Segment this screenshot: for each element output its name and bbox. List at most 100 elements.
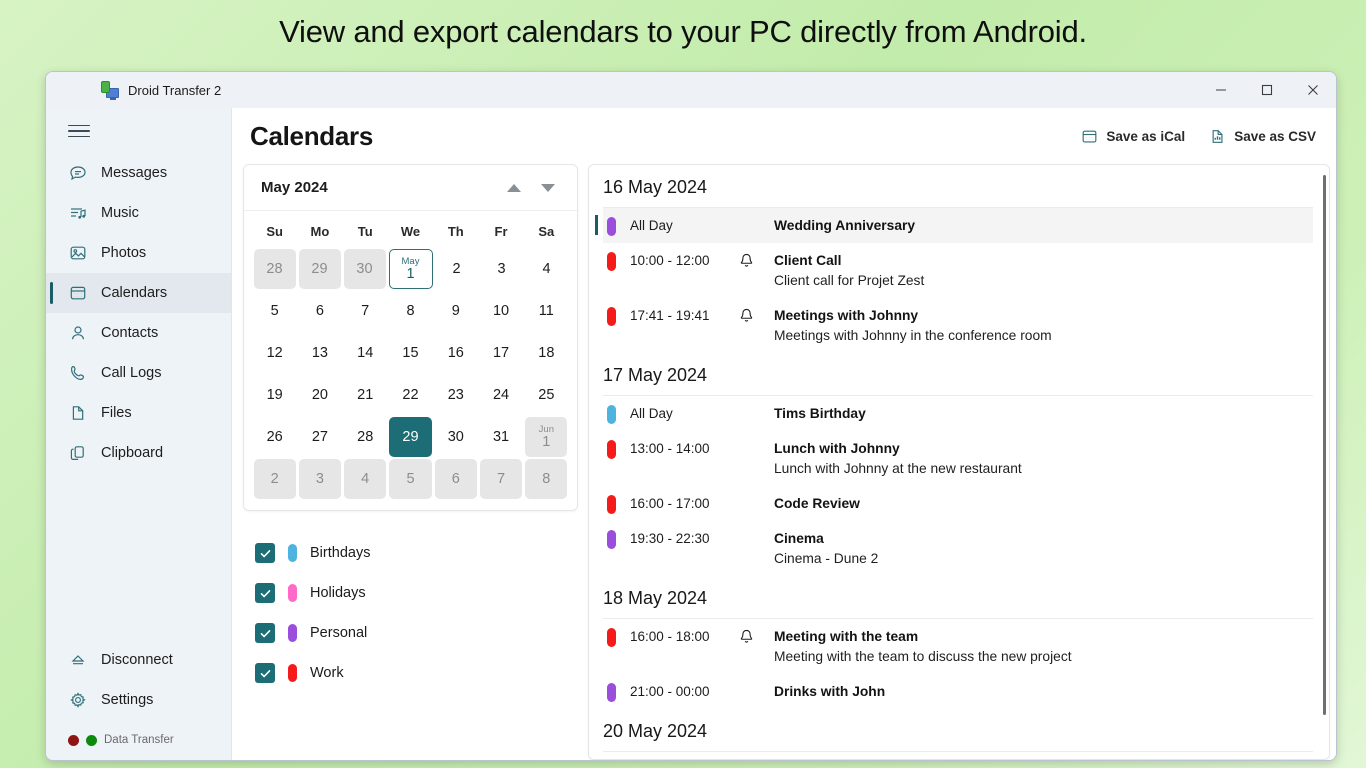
event-row[interactable]: 19:30 - 22:30 Cinema Cinema - Dune 2 [603, 521, 1313, 576]
event-row[interactable]: All Day Wedding Anniversary [595, 208, 1313, 243]
calendar-day-cell[interactable]: 29 [298, 249, 341, 289]
calendar-filter-item[interactable]: Holidays [255, 573, 578, 613]
filter-checkbox[interactable] [255, 623, 275, 643]
calendar-day-cell[interactable]: 4 [526, 249, 568, 289]
calendar-day-cell[interactable]: 17 [480, 333, 522, 373]
sidebar-item-files[interactable]: Files [46, 393, 231, 433]
maximize-button[interactable] [1244, 72, 1290, 108]
calendar-day-cell[interactable]: 10 [480, 291, 522, 331]
calendar-day-cell[interactable]: 13 [299, 333, 341, 373]
calendar-day-cell[interactable]: 6 [434, 459, 477, 499]
weekday-label: Mo [310, 224, 330, 239]
event-body: Meetings with Johnny Meetings with Johnny… [768, 306, 1313, 346]
filter-checkbox[interactable] [255, 663, 275, 683]
close-button[interactable] [1290, 72, 1336, 108]
calendar-day-number: 23 [447, 387, 464, 403]
alarm-placeholder [738, 494, 768, 495]
calendar-day-cell[interactable]: 30 [343, 249, 386, 289]
event-row[interactable]: 17:41 - 19:41 Meetings with Johnny Meeting… [603, 298, 1313, 353]
alarm-placeholder [738, 682, 768, 683]
sidebar-item-messages[interactable]: Messages [46, 153, 231, 193]
sidebar-item-label: Music [101, 205, 139, 221]
sidebar: Messages Music Photos Calendars Contacts… [46, 108, 232, 760]
filter-checkbox[interactable] [255, 583, 275, 603]
event-row[interactable]: 10:00 - 12:00 Client Call Client call for … [603, 243, 1313, 298]
alarm-placeholder [738, 529, 768, 530]
events-scrollbar[interactable] [1323, 175, 1326, 715]
event-time: All Day [630, 218, 673, 233]
event-title: Meetings with Johnny [774, 308, 919, 323]
calendar-day-cell[interactable]: 12 [254, 333, 296, 373]
calendar-day-cell[interactable]: 19 [254, 375, 296, 415]
calendar-day-number: 27 [311, 429, 328, 445]
calendar-filter-item[interactable]: Personal [255, 613, 578, 653]
save-as-csv-button[interactable]: Save as CSV [1209, 128, 1316, 145]
filter-checkbox[interactable] [255, 543, 275, 563]
calendar-day-cell[interactable]: 2 [253, 459, 296, 499]
event-row[interactable]: 16:00 - 17:00 Code Review [603, 486, 1313, 521]
sidebar-item-disconnect[interactable]: Disconnect [46, 640, 231, 680]
event-row[interactable]: 16:00 - 18:00 Meeting with the team Meetin… [603, 619, 1313, 674]
calendar-day-number: 5 [406, 471, 415, 487]
calendar-day-cell[interactable]: 6 [299, 291, 341, 331]
calendar-day-cell[interactable]: 27 [299, 417, 341, 457]
calendar-day-cell[interactable]: 5 [389, 459, 432, 499]
event-date-header: 17 May 2024 [603, 353, 1313, 396]
calendar-day-cell[interactable]: Jun 1 [525, 417, 568, 457]
calendar-day-cell[interactable]: 4 [344, 459, 387, 499]
calendar-day-cell[interactable]: 28 [344, 417, 386, 457]
calendar-day-cell[interactable]: 22 [389, 375, 431, 415]
sidebar-item-clipboard[interactable]: Clipboard [46, 433, 231, 473]
calendar-week-row: 5 6 7 8 9 10 11 [252, 290, 569, 332]
calendar-day-cell[interactable]: 26 [254, 417, 296, 457]
file-icon [68, 404, 87, 423]
calendar-filter-item[interactable]: Work [255, 653, 578, 693]
calendar-day-cell[interactable]: 5 [254, 291, 296, 331]
calendar-day-cell[interactable]: 7 [344, 291, 386, 331]
calendar-day-cell[interactable]: 31 [480, 417, 522, 457]
calendar-day-cell[interactable]: 21 [344, 375, 386, 415]
calendar-day-cell[interactable]: 20 [299, 375, 341, 415]
weekday-label: Sa [538, 224, 555, 239]
calendar-day-cell[interactable]: 30 [435, 417, 477, 457]
calendar-day-cell[interactable]: 18 [525, 333, 567, 373]
calendar-day-cell[interactable]: 28 [253, 249, 296, 289]
calendar-day-cell[interactable]: 16 [435, 333, 477, 373]
event-title: Drinks with John [774, 684, 886, 699]
event-time: 19:30 - 22:30 [630, 531, 710, 546]
save-as-ical-button[interactable]: Save as iCal [1081, 128, 1185, 145]
calendar-day-cell[interactable]: 3 [298, 459, 342, 499]
calendar-day-number: 2 [452, 261, 461, 277]
calendar-day-cell[interactable]: 3 [481, 249, 523, 289]
calendar-day-cell[interactable]: 2 [436, 249, 478, 289]
minimize-button[interactable] [1198, 72, 1244, 108]
calendar-day-cell[interactable]: 29 [389, 417, 432, 457]
next-month-button[interactable] [531, 173, 565, 203]
event-row[interactable]: 21:00 - 00:00 Drinks with John [603, 674, 1313, 709]
calendar-day-cell[interactable]: 9 [435, 291, 477, 331]
sidebar-item-photos[interactable]: Photos [46, 233, 231, 273]
calendar-day-cell[interactable]: 15 [389, 333, 431, 373]
calendar-day-cell[interactable]: 7 [479, 459, 523, 499]
calendar-day-cell[interactable]: 23 [435, 375, 477, 415]
sidebar-item-settings[interactable]: Settings [46, 680, 231, 720]
event-row[interactable]: All Day Tims Birthday [603, 396, 1313, 431]
sidebar-item-calendars[interactable]: Calendars [46, 273, 231, 313]
calendar-day-cell[interactable]: 8 [389, 291, 431, 331]
calendar-day-cell[interactable]: 11 [525, 291, 567, 331]
calendar-day-cell[interactable]: 24 [480, 375, 522, 415]
calendar-grid: Su Mo Tu We Th Fr Sa 28 29 30 May 1 2 3 4 5 6 7 8 9 10 11 12 1… [244, 211, 577, 510]
alarm-bell-icon [738, 251, 768, 269]
hamburger-icon[interactable] [68, 121, 90, 141]
previous-month-button[interactable] [497, 173, 531, 203]
sidebar-item-contacts[interactable]: Contacts [46, 313, 231, 353]
sidebar-item-call-logs[interactable]: Call Logs [46, 353, 231, 393]
calendar-day-cell[interactable]: 8 [525, 459, 568, 499]
calendar-day-cell[interactable]: 25 [525, 375, 567, 415]
calendar-filter-item[interactable]: Birthdays [255, 533, 578, 573]
sidebar-item-music[interactable]: Music [46, 193, 231, 233]
events-scroll-area[interactable]: 16 May 2024 All Day Wedding Anniversary 10:… [589, 165, 1329, 759]
calendar-day-cell[interactable]: 14 [344, 333, 386, 373]
event-row[interactable]: 13:00 - 14:00 Lunch with Johnny Lunch with… [603, 431, 1313, 486]
calendar-day-cell[interactable]: May 1 [388, 249, 433, 289]
